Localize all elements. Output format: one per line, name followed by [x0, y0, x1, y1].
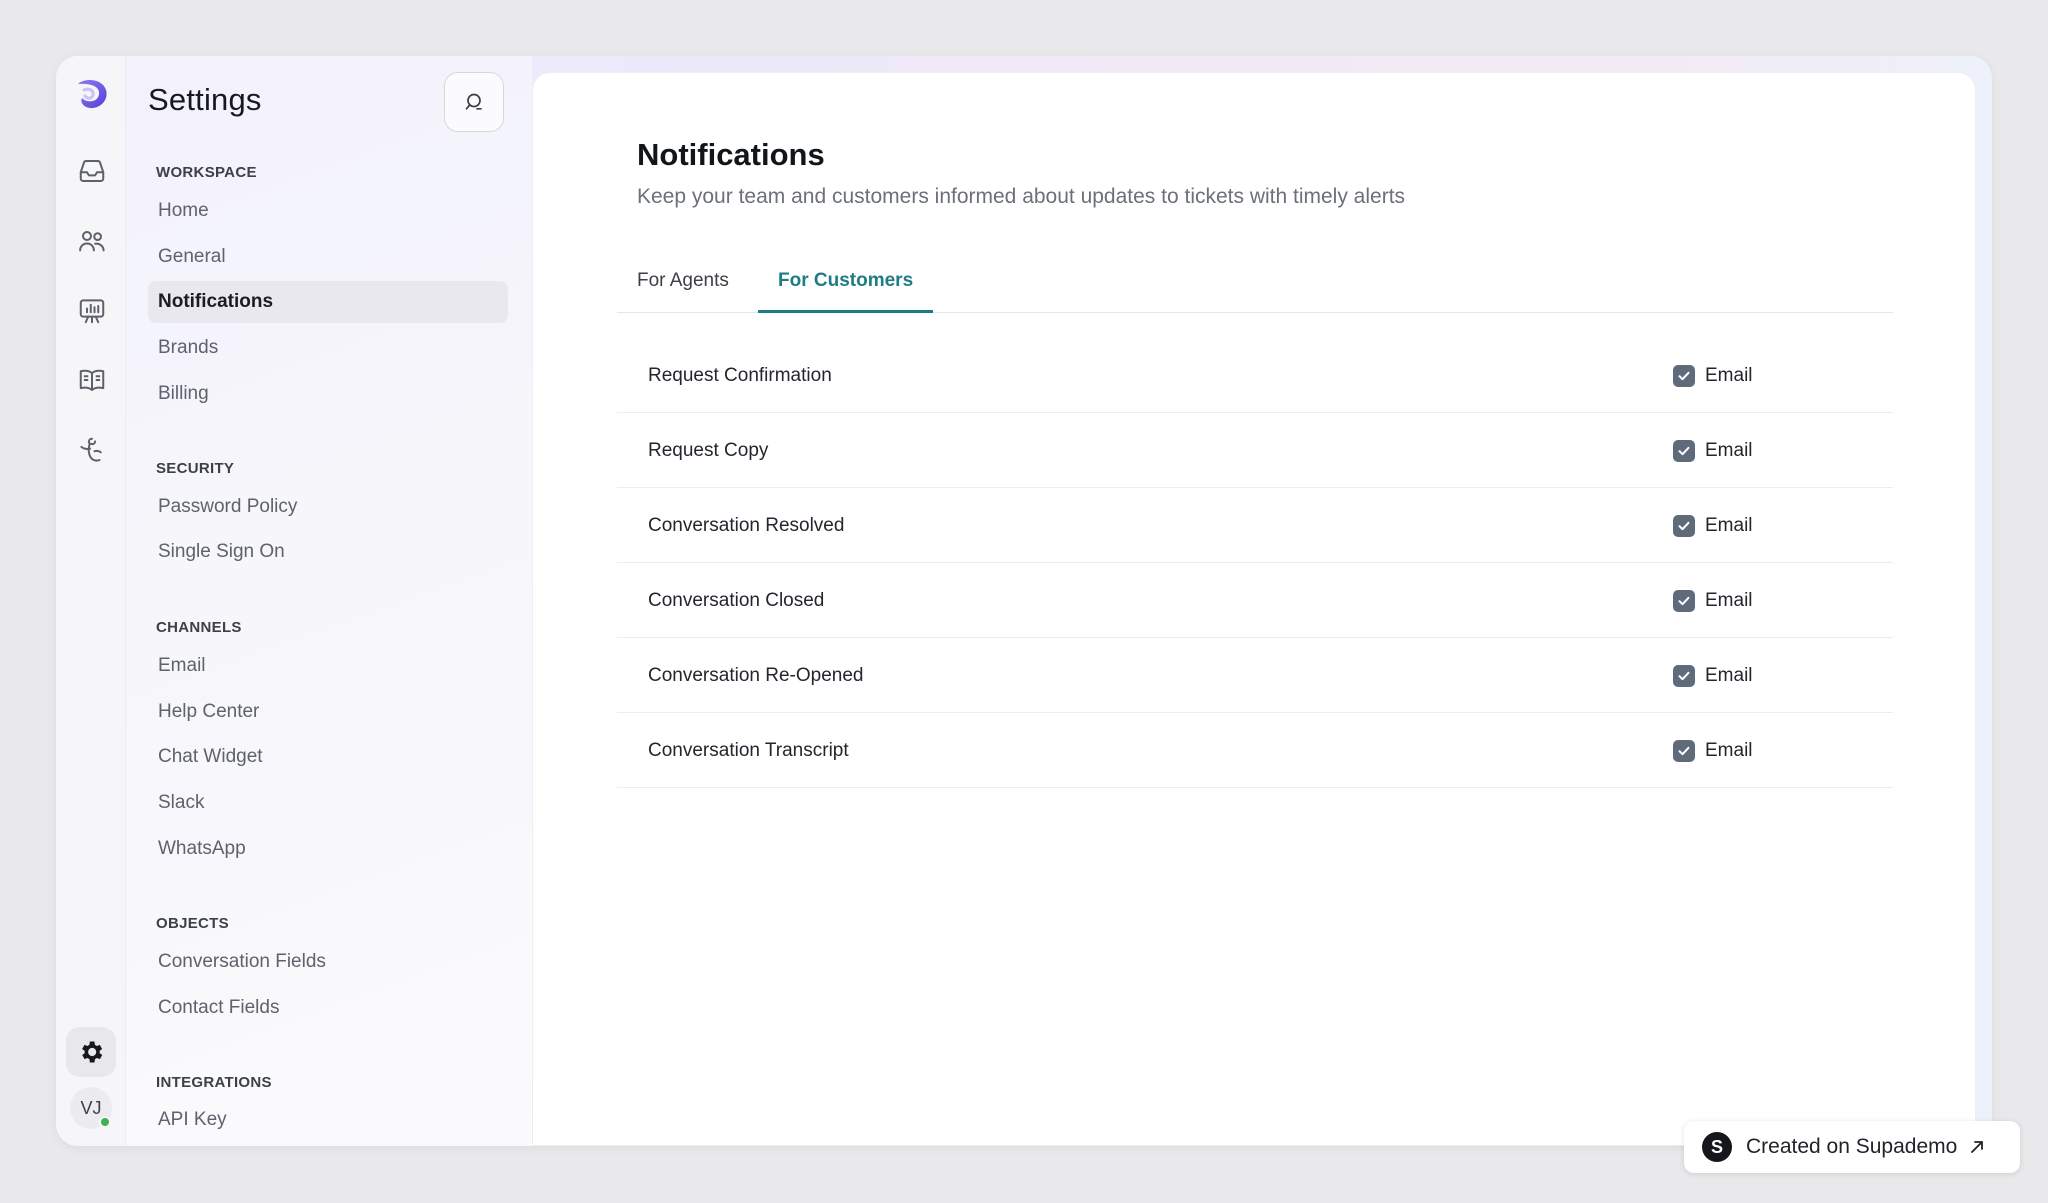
checkmark-icon	[1678, 596, 1690, 606]
email-checkbox[interactable]	[1673, 440, 1695, 462]
channel-label: Email	[1705, 440, 1753, 461]
sidebar-item-billing[interactable]: Billing	[148, 373, 508, 415]
notification-label: Request Confirmation	[648, 365, 832, 386]
sidebar-item-single-sign-on[interactable]: Single Sign On	[148, 531, 508, 573]
checkmark-icon	[1678, 671, 1690, 681]
tab-bar: For Agents For Customers	[617, 263, 1893, 313]
app-window: VJ Settings WORKSPACE Home General Notif…	[56, 56, 1992, 1146]
settings-sidebar: Settings WORKSPACE Home General Notifica…	[126, 56, 532, 1146]
knowledge-base-icon[interactable]	[75, 363, 109, 397]
sidebar-item-conversation-fields[interactable]: Conversation Fields	[148, 941, 508, 983]
sidebar-item-brands[interactable]: Brands	[148, 327, 508, 369]
section-heading-workspace: WORKSPACE	[156, 164, 257, 181]
users-icon[interactable]	[75, 224, 109, 258]
page-subtitle: Keep your team and customers informed ab…	[637, 185, 1406, 208]
checkmark-icon	[1678, 446, 1690, 456]
sidebar-item-chat-widget[interactable]: Chat Widget	[148, 736, 508, 778]
sidebar-item-general[interactable]: General	[148, 236, 508, 278]
notification-label: Conversation Resolved	[648, 515, 845, 536]
notification-row-request-copy: Request Copy Email	[617, 413, 1893, 488]
notification-label: Conversation Re-Opened	[648, 665, 864, 686]
email-checkbox[interactable]	[1673, 590, 1695, 612]
inbox-icon[interactable]	[75, 154, 109, 188]
online-status-dot	[99, 1116, 111, 1128]
sidebar-item-email[interactable]: Email	[148, 645, 508, 687]
channel-label: Email	[1705, 590, 1753, 611]
section-heading-objects: OBJECTS	[156, 915, 229, 932]
notification-row-conversation-resolved: Conversation Resolved Email	[617, 488, 1893, 563]
tab-for-customers[interactable]: For Customers	[758, 263, 934, 313]
logo-icon[interactable]	[74, 76, 110, 112]
sidebar-item-api-key[interactable]: API Key	[148, 1099, 508, 1141]
section-heading-security: SECURITY	[156, 460, 235, 477]
notification-label: Request Copy	[648, 440, 769, 461]
email-checkbox[interactable]	[1673, 515, 1695, 537]
external-link-icon	[1971, 1141, 1984, 1153]
supademo-logo-icon: S	[1702, 1132, 1732, 1162]
supademo-badge-text: Created on Supademo	[1746, 1135, 1958, 1158]
sidebar-item-help-center[interactable]: Help Center	[148, 691, 508, 733]
email-checkbox[interactable]	[1673, 740, 1695, 762]
sidebar-title: Settings	[148, 82, 262, 117]
notification-label: Conversation Closed	[648, 590, 825, 611]
sidebar-item-contact-fields[interactable]: Contact Fields	[148, 987, 508, 1029]
email-checkbox[interactable]	[1673, 665, 1695, 687]
search-icon	[465, 93, 482, 110]
notification-row-conversation-reopened: Conversation Re-Opened Email	[617, 638, 1893, 713]
checkmark-icon	[1678, 746, 1690, 756]
tab-for-agents[interactable]: For Agents	[617, 263, 749, 313]
search-button[interactable]	[444, 72, 504, 132]
settings-button[interactable]	[66, 1027, 116, 1077]
notification-row-conversation-closed: Conversation Closed Email	[617, 563, 1893, 638]
automation-icon[interactable]	[75, 433, 109, 467]
sidebar-item-whatsapp[interactable]: WhatsApp	[148, 828, 508, 870]
section-heading-channels: CHANNELS	[156, 619, 242, 636]
checkmark-icon	[1678, 521, 1690, 531]
sidebar-item-slack[interactable]: Slack	[148, 782, 508, 824]
avatar-initials: VJ	[80, 1097, 102, 1118]
email-checkbox[interactable]	[1673, 365, 1695, 387]
section-heading-integrations: INTEGRATIONS	[156, 1074, 272, 1091]
channel-label: Email	[1705, 665, 1753, 686]
sidebar-item-password-policy[interactable]: Password Policy	[148, 486, 508, 528]
notification-list: Request Confirmation Email Request Copy …	[617, 338, 1893, 788]
channel-label: Email	[1705, 365, 1753, 386]
gear-icon	[82, 1041, 103, 1063]
channel-label: Email	[1705, 515, 1753, 536]
main-panel: Notifications Keep your team and custome…	[532, 72, 1976, 1146]
notification-label: Conversation Transcript	[648, 740, 849, 761]
page-title: Notifications	[637, 137, 825, 172]
checkmark-icon	[1678, 371, 1690, 381]
notification-row-request-confirmation: Request Confirmation Email	[617, 338, 1893, 413]
supademo-badge[interactable]: S Created on Supademo	[1684, 1121, 2020, 1173]
channel-label: Email	[1705, 740, 1753, 761]
sidebar-item-notifications[interactable]: Notifications	[148, 281, 508, 323]
sidebar-item-home[interactable]: Home	[148, 190, 508, 232]
icon-rail: VJ	[56, 56, 126, 1146]
reports-icon[interactable]	[75, 294, 109, 328]
notification-row-conversation-transcript: Conversation Transcript Email	[617, 713, 1893, 788]
